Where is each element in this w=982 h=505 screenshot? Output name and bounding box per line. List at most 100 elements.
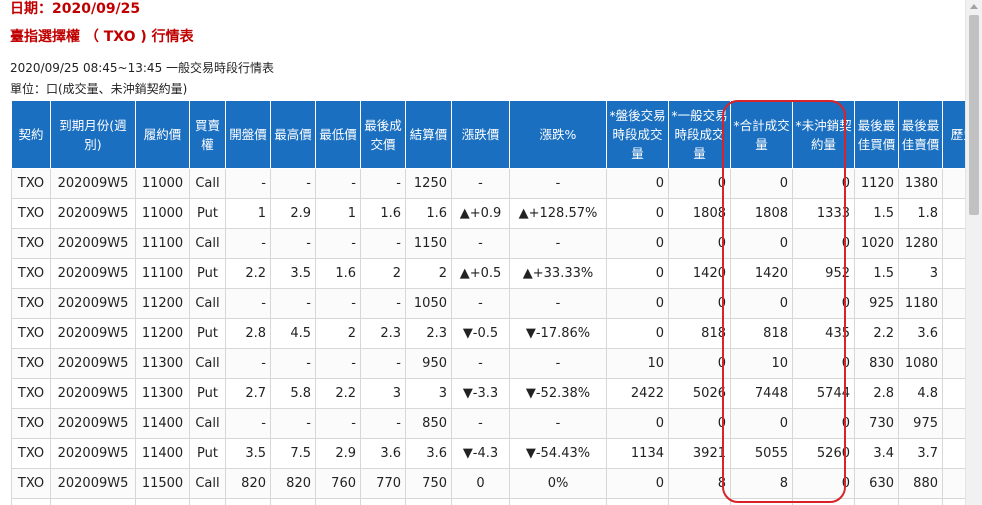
- table-cell: 1.8: [898, 198, 943, 229]
- table-cell: 0: [668, 408, 731, 439]
- table-cell: 0: [451, 468, 510, 499]
- table-cell: 2.9: [315, 438, 361, 469]
- col-header: *盤後交易時段成交量: [606, 100, 669, 169]
- table-cell: 730: [854, 408, 899, 439]
- table-cell: TXO: [11, 258, 51, 289]
- col-header: 到期月份(週別): [50, 100, 136, 169]
- table-cell: -: [315, 408, 361, 439]
- unit-line: 單位：口(成交量、未沖銷契約量): [10, 82, 188, 96]
- table-cell: 3.7: [898, 438, 943, 469]
- table-cell: [360, 498, 406, 505]
- table-cell: 2.3: [405, 318, 452, 349]
- table-cell: 1: [225, 198, 271, 229]
- col-header: *未沖銷契約量: [792, 100, 855, 169]
- table-cell: 7.5: [270, 438, 316, 469]
- table-cell: Call: [189, 228, 226, 259]
- table-cell: 818: [730, 318, 793, 349]
- table-cell: -: [270, 168, 316, 199]
- table-cell: -: [225, 168, 271, 199]
- table-cell: 818: [668, 318, 731, 349]
- table-cell: [898, 498, 943, 505]
- table-cell: 1050: [405, 288, 452, 319]
- table-cell: 11400: [135, 408, 190, 439]
- table-cell: 1420: [730, 258, 793, 289]
- col-header: *一般交易時段成交量: [668, 100, 731, 169]
- table-cell: 2422: [606, 378, 669, 409]
- scroll-up-arrow-icon[interactable]: [970, 4, 978, 9]
- table-cell: 4.8: [898, 378, 943, 409]
- table-cell: -: [360, 348, 406, 379]
- table-cell: Put: [189, 378, 226, 409]
- table-cell: 1.5: [854, 258, 899, 289]
- table-cell: 2.3: [360, 318, 406, 349]
- table-cell: 10: [606, 348, 669, 379]
- table-cell: 202009W5: [50, 438, 136, 469]
- table-cell: 11500: [135, 468, 190, 499]
- table-row: TXO 202009W5 11000 Call - - - -1250- -0 0 0 0 1120 13…: [11, 168, 965, 199]
- table-row: [11, 498, 965, 505]
- table-cell: 202009W5: [50, 348, 136, 379]
- table-cell: Put: [189, 258, 226, 289]
- col-header: 最後最佳買價: [854, 100, 899, 169]
- table-cell: 830: [854, 348, 899, 379]
- col-header: 歷史最高價: [942, 100, 965, 169]
- table-cell: Call: [189, 168, 226, 199]
- table-row: TXO 202009W5 11300 Put 2.7 5.8 2.2 3 3 ▼-3.3 ▼-52.…: [11, 378, 965, 409]
- table-cell: 3.6: [898, 318, 943, 349]
- table-cell: [942, 168, 965, 199]
- table-cell: Put: [189, 438, 226, 469]
- table-cell: 435: [792, 318, 855, 349]
- table-cell: [942, 498, 965, 505]
- table-cell: 1: [942, 438, 965, 469]
- table-cell: [509, 498, 607, 505]
- table-cell: 880: [898, 468, 943, 499]
- table-cell: -: [451, 288, 510, 319]
- table-cell: [451, 498, 510, 505]
- table-row: TXO 202009W5 11100 Call - - - -1150- -0 0 0 0 1020 12…: [11, 228, 965, 259]
- table-cell: 950: [405, 348, 452, 379]
- table-cell: 1180: [898, 288, 943, 319]
- table-cell: -: [509, 228, 607, 259]
- table-row: TXO 202009W5 11000 Put 1 2.9 1 1.6 1.6 ▲+0.9 ▲+128…: [11, 198, 965, 229]
- table-cell: 2.2: [315, 378, 361, 409]
- table-cell: 2.7: [225, 378, 271, 409]
- date-line: 日期：2020/09/25: [10, 1, 141, 17]
- table-cell: 0: [792, 408, 855, 439]
- table-cell: -: [225, 288, 271, 319]
- table-cell: 2.8: [854, 378, 899, 409]
- table-cell: 1080: [898, 348, 943, 379]
- table-cell: 820: [270, 468, 316, 499]
- table-cell: -: [315, 348, 361, 379]
- table-cell: 1280: [898, 228, 943, 259]
- table-cell: 2: [315, 318, 361, 349]
- table-cell: 0: [792, 468, 855, 499]
- table-cell: 0: [606, 228, 669, 259]
- page-title: 臺指選擇權 （ TXO ) 行情表: [10, 29, 194, 45]
- table-cell: [11, 498, 51, 505]
- col-header: 開盤價: [225, 100, 271, 169]
- table-cell: 0: [668, 168, 731, 199]
- table-cell: 0: [730, 228, 793, 259]
- table-cell: ▼-17.86%: [509, 318, 607, 349]
- table-cell: TXO: [11, 228, 51, 259]
- table-cell: 3.: [942, 258, 965, 289]
- table-cell: 1134: [606, 438, 669, 469]
- table-cell: 760: [315, 468, 361, 499]
- table-cell: ▼-3.3: [451, 378, 510, 409]
- table-cell: 11000: [135, 168, 190, 199]
- table-cell: 925: [854, 288, 899, 319]
- table-cell: 1808: [730, 198, 793, 229]
- table-cell: 4.: [942, 318, 965, 349]
- table-cell: 1808: [668, 198, 731, 229]
- vertical-scrollbar[interactable]: [965, 0, 982, 505]
- scroll-thumb[interactable]: [969, 15, 979, 215]
- table-cell: ▲+0.9: [451, 198, 510, 229]
- table-cell: [270, 498, 316, 505]
- table-row: TXO 202009W5 11200 Call - - - -1050- -0 0 0 0 925 118…: [11, 288, 965, 319]
- table-cell: [942, 408, 965, 439]
- table-cell: 3.4: [854, 438, 899, 469]
- table-cell: TXO: [11, 468, 51, 499]
- table-cell: 1: [315, 198, 361, 229]
- table-cell: 202009W5: [50, 378, 136, 409]
- table-cell: 11100: [135, 258, 190, 289]
